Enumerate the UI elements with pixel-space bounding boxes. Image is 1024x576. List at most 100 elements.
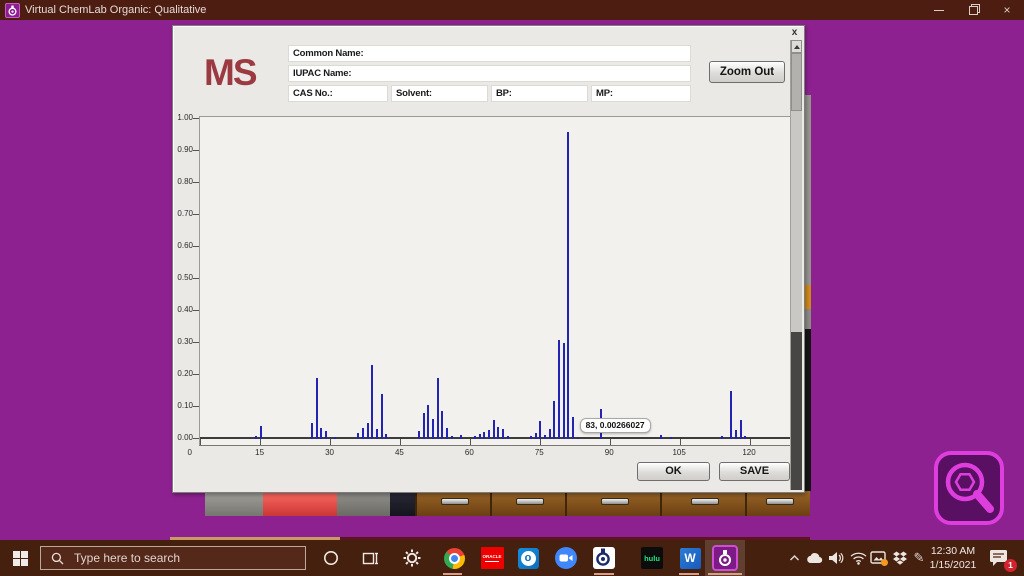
zoom-out-button[interactable]: Zoom Out <box>709 61 785 83</box>
virtual-chemlab-button[interactable] <box>705 540 745 576</box>
x-tick-mark <box>200 439 201 445</box>
spectrum-peak-bar <box>730 391 732 439</box>
close-icon: × <box>1003 3 1010 17</box>
chemlab-window-button[interactable] <box>590 540 618 576</box>
iupac-name-field[interactable]: IUPAC Name: <box>288 65 691 82</box>
x-tick-label: 75 <box>529 448 549 457</box>
zoom-app-icon <box>555 547 577 569</box>
spectrum-peak-bar <box>479 434 481 439</box>
zoom-app-button[interactable] <box>552 540 580 576</box>
spectrum-peak-bar <box>423 413 425 439</box>
y-tick-label: 0.40 <box>173 305 193 314</box>
x-tick-mark <box>260 439 261 445</box>
spectrum-peak-bar <box>427 405 429 439</box>
molecule-magnifier-overlay[interactable] <box>928 448 1010 530</box>
scrollbar-thumb[interactable] <box>791 53 802 111</box>
y-tick-label: 0.80 <box>173 177 193 186</box>
close-button[interactable]: × <box>990 0 1024 20</box>
bp-field[interactable]: BP: <box>491 85 588 102</box>
onedrive-tray-button[interactable] <box>804 540 824 576</box>
outlook-icon: o <box>518 548 539 569</box>
settings-button[interactable] <box>398 540 426 576</box>
spectrum-peak-bar <box>357 433 359 439</box>
x-tick-mark <box>540 439 541 445</box>
hulu-button[interactable]: hulu <box>638 540 666 576</box>
search-icon <box>51 552 64 565</box>
gear-icon <box>403 549 421 567</box>
scrollbar-up-arrow-icon[interactable] <box>791 40 802 53</box>
word-button[interactable]: W <box>676 540 704 576</box>
spectrum-peak-bar <box>535 433 537 439</box>
spectrum-peak-bar <box>334 437 336 439</box>
tray-expand-button[interactable] <box>786 540 802 576</box>
y-tick-label: 0.90 <box>173 145 193 154</box>
y-tick-mark <box>193 374 199 375</box>
spectrum-peak-bar <box>544 435 546 439</box>
spectrum-peak-bar <box>432 419 434 439</box>
restore-button[interactable] <box>956 0 990 20</box>
x-tick-label: 0 <box>180 448 200 457</box>
spectrum-peak-bar <box>371 365 373 439</box>
outlook-button[interactable]: o <box>514 540 542 576</box>
cortana-button[interactable] <box>318 540 344 576</box>
dialog-close-button[interactable]: x <box>788 27 801 39</box>
minimize-button[interactable] <box>922 0 956 20</box>
solvent-field[interactable]: Solvent: <box>391 85 488 102</box>
cas-no-field[interactable]: CAS No.: <box>288 85 388 102</box>
clock-time: 12:30 AM <box>922 544 984 558</box>
active-app-indicator <box>708 573 742 575</box>
spectrum-peak-bar <box>385 434 387 439</box>
spectrum-peak-bar <box>549 429 551 439</box>
y-tick-mark <box>193 182 199 183</box>
y-tick-label: 0.60 <box>173 241 193 250</box>
minimize-icon <box>934 10 944 11</box>
chemlab-flask-icon <box>593 547 615 569</box>
scrollbar-shaded-region <box>791 332 802 490</box>
search-input[interactable] <box>72 550 276 566</box>
task-view-button[interactable] <box>356 540 384 576</box>
chrome-running-indicator <box>443 573 462 575</box>
spectrum-peak-bar <box>572 417 574 439</box>
spectrum-peak-bar <box>507 436 509 439</box>
oracle-button[interactable]: ORACLE <box>478 540 506 576</box>
y-tick-mark <box>193 246 199 247</box>
spectrum-chart: 83, 0.00266027 1.000.900.800.700.600.500… <box>173 114 793 464</box>
spectrum-peak-bar <box>376 429 378 439</box>
taskbar-clock[interactable]: 12:30 AM 1/15/2021 <box>922 544 984 572</box>
spectrum-peak-bar <box>558 340 560 439</box>
spectrum-peak-bar <box>577 438 579 439</box>
notification-center-button[interactable]: 1 <box>988 548 1014 570</box>
chevron-up-icon <box>789 554 800 562</box>
snip-tray-button[interactable] <box>868 540 890 576</box>
start-button[interactable] <box>0 540 40 576</box>
drawer <box>490 491 565 516</box>
spectrum-peak-bar <box>381 394 383 439</box>
dropbox-tray-button[interactable] <box>890 540 910 576</box>
spectrum-peak-bar <box>320 428 322 439</box>
volume-tray-button[interactable] <box>826 540 846 576</box>
spectrum-peak-bar <box>437 378 439 439</box>
spectrum-plot[interactable]: 83, 0.00266027 <box>199 116 793 446</box>
x-tick-label: 15 <box>250 448 270 457</box>
common-name-field[interactable]: Common Name: <box>288 45 691 62</box>
spectrum-peak-bar <box>325 431 327 439</box>
spectrum-peak-bar <box>446 428 448 439</box>
taskbar-search[interactable] <box>40 546 306 570</box>
y-tick-mark <box>193 438 199 439</box>
window-title: Virtual ChemLab Organic: Qualitative <box>25 4 206 16</box>
spectrum-peak-bar <box>488 430 490 439</box>
ok-button[interactable]: OK <box>637 462 710 481</box>
wifi-tray-button[interactable] <box>848 540 868 576</box>
spectrum-peak-bar <box>316 378 318 439</box>
dialog-scrollbar[interactable] <box>790 40 802 490</box>
cortana-icon <box>323 550 339 566</box>
mp-field[interactable]: MP: <box>591 85 691 102</box>
y-tick-label: 0.70 <box>173 209 193 218</box>
y-tick-mark <box>193 406 199 407</box>
drawer <box>415 491 490 516</box>
spectrum-peak-bar <box>740 420 742 439</box>
chrome-button[interactable] <box>440 540 468 576</box>
window-titlebar: Virtual ChemLab Organic: Qualitative × <box>0 0 1024 20</box>
x-tick-mark <box>680 439 681 445</box>
save-button[interactable]: SAVE <box>719 462 790 481</box>
